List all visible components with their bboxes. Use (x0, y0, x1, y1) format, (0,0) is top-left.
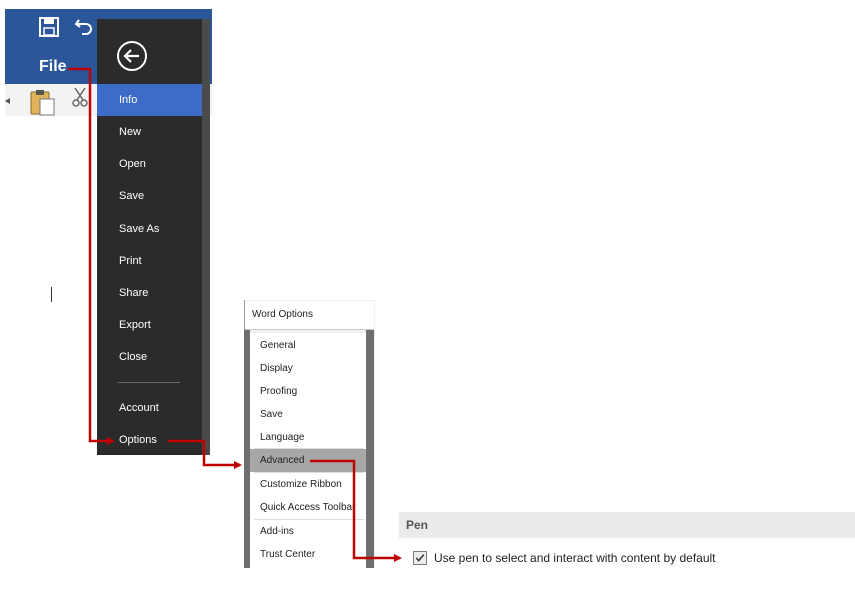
backstage-item-open[interactable]: Open (97, 148, 202, 180)
options-category-advanced[interactable]: Advanced (250, 449, 366, 472)
options-category-general[interactable]: General (250, 334, 366, 357)
backstage-item-export[interactable]: Export (97, 309, 202, 341)
word-options-title: Word Options (252, 309, 313, 320)
backstage-item-new[interactable]: New (97, 116, 202, 148)
options-category-add-ins[interactable]: Add-ins (250, 520, 366, 543)
options-category-trust-center[interactable]: Trust Center (250, 543, 366, 566)
text-cursor (51, 287, 52, 302)
backstage-item-save-as[interactable]: Save As (97, 213, 202, 245)
backstage-item-save[interactable]: Save (97, 180, 202, 212)
options-category-language[interactable]: Language (250, 426, 366, 449)
pen-section-header-bar (399, 512, 855, 538)
options-category-proofing[interactable]: Proofing (250, 380, 366, 403)
options-category-save[interactable]: Save (250, 403, 366, 426)
checkmark-icon (415, 554, 425, 562)
save-icon[interactable] (38, 16, 60, 38)
chevron-left-icon (5, 98, 10, 104)
backstage-scrollbar[interactable] (202, 19, 210, 455)
cut-icon[interactable] (70, 86, 92, 108)
backstage-item-options[interactable]: Options (97, 424, 202, 456)
backstage-item-print[interactable]: Print (97, 245, 202, 277)
paste-icon[interactable] (28, 88, 56, 116)
options-category-quick-access-toolbar[interactable]: Quick Access Toolbar (250, 496, 366, 519)
backstage-divider (118, 382, 180, 383)
file-tab[interactable]: File (39, 57, 67, 77)
options-category-customize-ribbon[interactable]: Customize Ribbon (250, 473, 366, 496)
options-category-display[interactable]: Display (250, 357, 366, 380)
pen-section-header: Pen (406, 518, 429, 532)
pen-default-checkbox[interactable] (413, 551, 427, 565)
backstage-item-account[interactable]: Account (97, 392, 202, 424)
backstage-item-share[interactable]: Share (97, 277, 202, 309)
dialog-frame-right (366, 330, 374, 568)
pen-default-label[interactable]: Use pen to select and interact with cont… (434, 548, 716, 568)
undo-icon[interactable] (74, 16, 94, 36)
back-arrow-icon[interactable] (116, 40, 148, 72)
backstage-item-info[interactable]: Info (97, 84, 202, 116)
backstage-item-close[interactable]: Close (97, 341, 202, 373)
